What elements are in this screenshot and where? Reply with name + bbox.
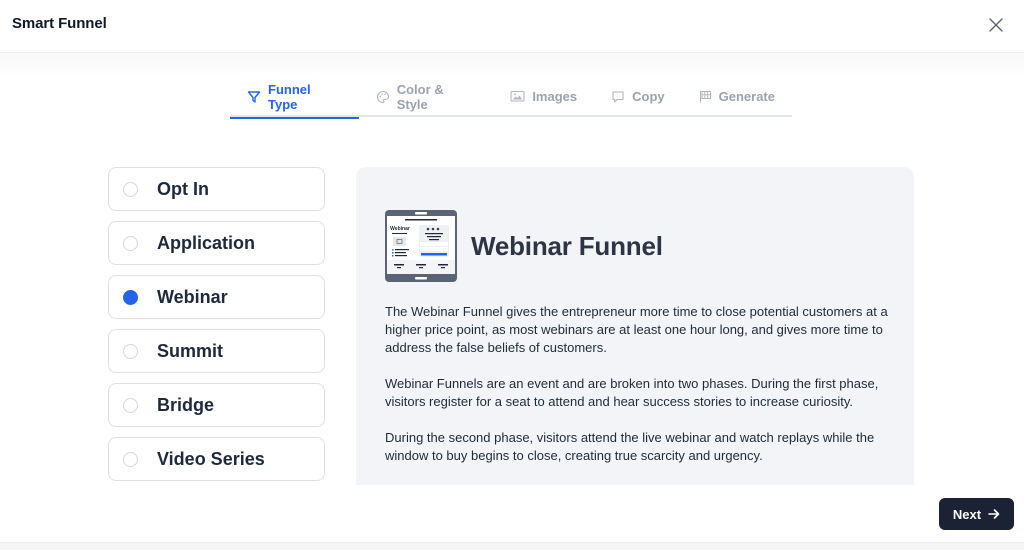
webinar-funnel-illustration-icon: Webinar (385, 210, 457, 282)
tab-copy[interactable]: Copy (594, 76, 682, 117)
funnel-detail-panel: Webinar Webinar Funnel The Webinar Funne… (356, 167, 914, 485)
footer-divider (0, 542, 1024, 550)
description-paragraph: During the second phase, visitors attend… (385, 430, 875, 463)
flag-icon (699, 91, 711, 103)
option-application[interactable]: Application (108, 221, 325, 265)
option-label: Summit (157, 340, 224, 361)
tab-generate[interactable]: Generate (682, 76, 792, 117)
funnel-description: The Webinar Funnel gives the entrepreneu… (385, 303, 900, 483)
tab-label: Generate (718, 89, 775, 104)
modal-title: Smart Funnel (12, 15, 107, 32)
next-button-label: Next (952, 506, 982, 522)
radio-button[interactable] (123, 343, 138, 359)
arrow-right-icon (988, 509, 1000, 519)
tab-label: Images (532, 89, 578, 104)
illustration-label: Webinar (390, 226, 410, 232)
option-label: Webinar (157, 286, 228, 307)
funnel-title: Webinar Funnel (471, 231, 663, 261)
option-opt-in[interactable]: Opt In (108, 167, 325, 211)
radio-button[interactable] (123, 181, 138, 197)
option-label: Video Series (157, 448, 265, 469)
tab-label: Funnel Type (268, 81, 311, 112)
close-button[interactable] (986, 15, 1006, 35)
step-tabs: Funnel Type Color & Style Images Copy Ge… (230, 76, 792, 119)
tab-funnel-type[interactable]: Funnel Type (230, 76, 359, 119)
smart-funnel-modal: Smart Funnel Funnel Type Color & Style I… (0, 0, 1024, 550)
description-paragraph: Webinar Funnels are an event and are bro… (385, 376, 879, 409)
header-divider (0, 53, 1024, 77)
funnel-icon (247, 90, 261, 103)
option-label: Bridge (157, 394, 215, 415)
funnel-type-list: Opt In Application Webinar Summit Bridge… (108, 167, 325, 491)
modal-header: Smart Funnel (0, 0, 1024, 53)
chat-bubble-icon (612, 90, 624, 103)
image-icon (510, 90, 525, 102)
radio-button[interactable] (123, 397, 138, 413)
option-video-series[interactable]: Video Series (108, 437, 325, 481)
tab-label: Copy (632, 89, 665, 104)
option-summit[interactable]: Summit (108, 329, 325, 373)
option-label: Opt In (157, 178, 209, 199)
description-paragraph: The Webinar Funnel gives the entrepreneu… (385, 304, 888, 355)
tab-images[interactable]: Images (493, 76, 594, 117)
tab-label: Color & Style (396, 81, 444, 112)
option-webinar[interactable]: Webinar (108, 275, 325, 319)
tab-color-style[interactable]: Color & Style (359, 76, 494, 117)
radio-button[interactable] (123, 451, 138, 467)
next-button[interactable]: Next (939, 498, 1014, 530)
radio-button-selected[interactable] (123, 289, 138, 305)
radio-button[interactable] (123, 235, 138, 251)
option-label: Application (157, 232, 255, 253)
palette-icon (376, 90, 389, 103)
close-icon (989, 18, 1003, 32)
option-bridge[interactable]: Bridge (108, 383, 325, 427)
